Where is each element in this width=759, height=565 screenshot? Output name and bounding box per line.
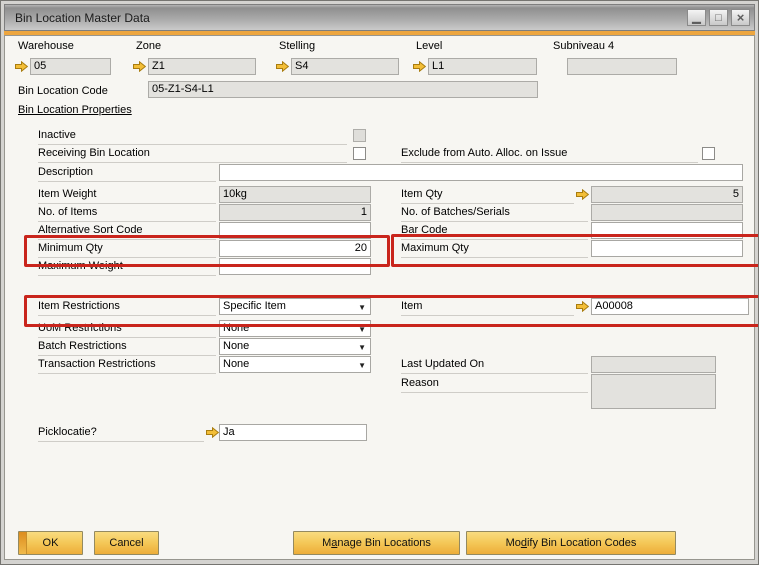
receiving-bin-location-checkbox[interactable] bbox=[353, 147, 366, 160]
bar-code-input[interactable] bbox=[591, 222, 743, 239]
zone-label: Zone bbox=[136, 39, 161, 53]
modify-bin-location-codes-label: Modify Bin Location Codes bbox=[506, 537, 637, 549]
item-link-arrow-icon[interactable] bbox=[576, 301, 589, 312]
minimum-qty-input[interactable]: 20 bbox=[219, 240, 371, 257]
dropdown-arrow-icon: ▼ bbox=[358, 303, 366, 312]
bin-location-master-data-window: Bin Location Master Data ▁ □ × Warehouse… bbox=[0, 0, 759, 565]
no-of-items-label: No. of Items bbox=[38, 205, 216, 222]
item-restrictions-value: Specific Item bbox=[223, 300, 286, 312]
exclude-auto-alloc-checkbox[interactable] bbox=[702, 147, 715, 160]
minimum-qty-label: Minimum Qty bbox=[38, 241, 216, 258]
description-label: Description bbox=[38, 165, 216, 182]
alternative-sort-code-label: Alternative Sort Code bbox=[38, 223, 216, 240]
item-qty-field: 5 bbox=[591, 186, 743, 203]
manage-bin-locations-button[interactable]: Manage Bin Locations bbox=[293, 531, 460, 555]
last-updated-on-label: Last Updated On bbox=[401, 357, 588, 374]
item-restrictions-label: Item Restrictions bbox=[38, 299, 216, 316]
level-link-arrow-icon[interactable] bbox=[413, 61, 426, 72]
level-field: L1 bbox=[428, 58, 537, 75]
maximum-qty-input[interactable] bbox=[591, 240, 743, 257]
description-input[interactable] bbox=[219, 164, 743, 181]
stelling-label: Stelling bbox=[279, 39, 315, 53]
level-label: Level bbox=[416, 39, 442, 53]
dropdown-arrow-icon: ▼ bbox=[358, 361, 366, 370]
transaction-restrictions-value: None bbox=[223, 358, 249, 370]
cancel-button-label: Cancel bbox=[109, 537, 143, 549]
transaction-restrictions-dropdown[interactable]: None ▼ bbox=[219, 356, 371, 373]
ok-button-accent bbox=[19, 532, 27, 554]
cancel-button[interactable]: Cancel bbox=[94, 531, 159, 555]
no-of-batches-serials-label: No. of Batches/Serials bbox=[401, 205, 588, 222]
warehouse-label: Warehouse bbox=[18, 39, 74, 53]
stelling-link-arrow-icon[interactable] bbox=[276, 61, 289, 72]
zone-field: Z1 bbox=[148, 58, 256, 75]
item-input[interactable]: A00008 bbox=[591, 298, 749, 315]
dropdown-arrow-icon: ▼ bbox=[358, 343, 366, 352]
warehouse-field: 05 bbox=[30, 58, 111, 75]
last-updated-on-field bbox=[591, 356, 716, 373]
uom-restrictions-dropdown[interactable]: None ▼ bbox=[219, 320, 371, 337]
reason-label: Reason bbox=[401, 376, 588, 393]
inactive-label: Inactive bbox=[38, 128, 347, 145]
alternative-sort-code-input[interactable] bbox=[219, 222, 371, 239]
ok-button-label: OK bbox=[43, 537, 59, 549]
maximum-weight-label: Maximum Weight bbox=[38, 259, 216, 276]
uom-restrictions-value: None bbox=[223, 322, 249, 334]
subniveau-field bbox=[567, 58, 677, 75]
section-title: Bin Location Properties bbox=[18, 104, 132, 116]
no-of-batches-serials-field bbox=[591, 204, 743, 221]
bin-location-code-field: 05-Z1-S4-L1 bbox=[148, 81, 538, 98]
zone-link-arrow-icon[interactable] bbox=[133, 61, 146, 72]
no-of-items-field: 1 bbox=[219, 204, 371, 221]
maximum-qty-label: Maximum Qty bbox=[401, 241, 588, 258]
item-weight-field: 10kg bbox=[219, 186, 371, 203]
picklocatie-link-arrow-icon[interactable] bbox=[206, 427, 219, 438]
batch-restrictions-dropdown[interactable]: None ▼ bbox=[219, 338, 371, 355]
dropdown-arrow-icon: ▼ bbox=[358, 325, 366, 334]
transaction-restrictions-label: Transaction Restrictions bbox=[38, 357, 216, 374]
item-restrictions-dropdown[interactable]: Specific Item ▼ bbox=[219, 298, 371, 315]
bar-code-label: Bar Code bbox=[401, 223, 588, 240]
picklocatie-label: Picklocatie? bbox=[38, 425, 204, 442]
warehouse-link-arrow-icon[interactable] bbox=[15, 61, 28, 72]
manage-bin-locations-label: Manage Bin Locations bbox=[322, 537, 431, 549]
receiving-bin-location-label: Receiving Bin Location bbox=[38, 146, 347, 163]
modify-bin-location-codes-button[interactable]: Modify Bin Location Codes bbox=[466, 531, 676, 555]
batch-restrictions-value: None bbox=[223, 340, 249, 352]
subniveau-label: Subniveau 4 bbox=[553, 39, 614, 53]
batch-restrictions-label: Batch Restrictions bbox=[38, 339, 216, 356]
maximum-weight-input[interactable] bbox=[219, 258, 371, 275]
stelling-field: S4 bbox=[291, 58, 399, 75]
exclude-auto-alloc-label: Exclude from Auto. Alloc. on Issue bbox=[401, 146, 698, 163]
item-qty-label: Item Qty bbox=[401, 187, 574, 204]
reason-field bbox=[591, 374, 716, 409]
item-qty-link-arrow-icon[interactable] bbox=[576, 189, 589, 200]
picklocatie-input[interactable]: Ja bbox=[219, 424, 367, 441]
bin-location-code-label: Bin Location Code bbox=[18, 84, 108, 98]
ok-button[interactable]: OK bbox=[18, 531, 83, 555]
inactive-checkbox bbox=[353, 129, 366, 142]
item-weight-label: Item Weight bbox=[38, 187, 216, 204]
uom-restrictions-label: UoM Restrictions bbox=[38, 321, 216, 338]
item-label: Item bbox=[401, 299, 574, 316]
